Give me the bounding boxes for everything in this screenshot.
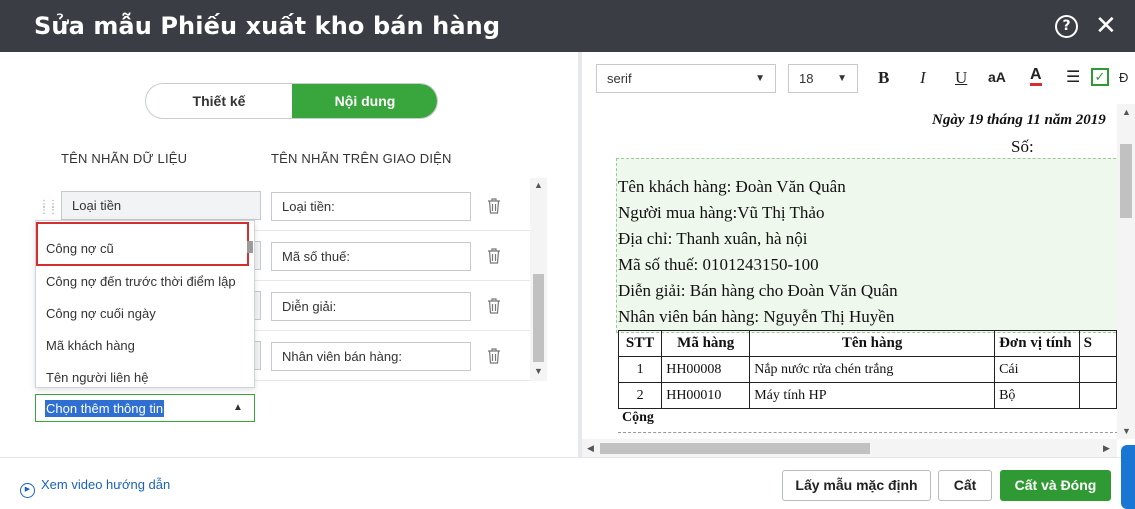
table-header: Tên hàng xyxy=(749,330,996,357)
items-table: STT Mã hàng Tên hàng Đơn vị tính S 1 HH0… xyxy=(617,330,1117,409)
trash-icon[interactable] xyxy=(486,247,502,265)
table-cell: HH00010 xyxy=(661,382,751,409)
help-icon[interactable]: ? xyxy=(1055,15,1078,38)
table-header: Mã hàng xyxy=(661,330,751,357)
scrollbar-thumb[interactable] xyxy=(533,274,544,362)
ui-label-field[interactable]: Mã số thuế: xyxy=(271,242,471,271)
dropdown-scrollbar-thumb[interactable] xyxy=(247,241,253,253)
font-size-select[interactable]: 18 ▼ xyxy=(788,64,858,93)
dropdown-option[interactable]: Công nợ cuối ngày xyxy=(36,298,254,330)
default-template-button[interactable]: Lấy mẫu mặc định xyxy=(782,470,931,501)
font-color-icon[interactable]: A xyxy=(1030,67,1042,86)
scroll-down-icon[interactable]: ▼ xyxy=(533,366,544,376)
document-preview: Ngày 19 tháng 11 năm 2019 Số: Tên khách … xyxy=(588,104,1117,439)
dropdown-option[interactable]: Mã khách hàng xyxy=(36,330,254,362)
chevron-down-icon: ▼ xyxy=(755,73,765,84)
format-toolbar: serif ▼ 18 ▼ xyxy=(582,52,1135,104)
document-date: Ngày 19 tháng 11 năm 2019 xyxy=(932,112,1106,128)
table-cell: Cái xyxy=(994,356,1080,383)
toolbar-truncated-label: Đ xyxy=(1119,70,1129,85)
info-line: Địa chỉ: Thanh xuân, hà nội xyxy=(618,229,808,248)
scroll-up-icon[interactable]: ▲ xyxy=(1122,107,1131,117)
font-family-value: serif xyxy=(607,71,632,86)
table-cell xyxy=(1078,382,1117,409)
table-header: S xyxy=(1078,330,1117,357)
divider xyxy=(618,432,1117,433)
bold-icon[interactable]: B xyxy=(878,68,889,88)
scroll-left-icon[interactable]: ◀ xyxy=(587,443,594,454)
dialog-title: Sửa mẫu Phiếu xuất kho bán hàng xyxy=(34,12,501,40)
table-row: 1 HH00008 Nắp nước rửa chén trắng Cái xyxy=(617,356,1117,383)
table-cell xyxy=(1078,356,1117,383)
info-line: Diễn giải: Bán hàng cho Đoàn Văn Quân xyxy=(618,281,898,300)
font-size-value: 18 xyxy=(799,71,814,86)
close-icon[interactable]: ✕ xyxy=(1095,11,1117,41)
ui-label-field[interactable]: Loại tiền: xyxy=(271,192,471,221)
mode-toggle: Thiết kế Nội dung xyxy=(145,83,438,119)
scroll-down-icon[interactable]: ▼ xyxy=(1122,426,1131,436)
tab-design[interactable]: Thiết kế xyxy=(146,84,292,118)
chevron-down-icon: ▼ xyxy=(837,73,847,84)
field-list-scrollbar[interactable]: ▲ ▼ xyxy=(530,178,547,381)
table-header: Đơn vị tính xyxy=(994,330,1080,357)
dialog-titlebar: Sửa mẫu Phiếu xuất kho bán hàng ? ✕ xyxy=(0,0,1135,52)
tab-content[interactable]: Nội dung xyxy=(292,84,437,118)
highlight-box xyxy=(36,222,249,266)
add-info-select[interactable]: Chọn thêm thông tin ▲ xyxy=(35,394,255,422)
scroll-right-icon[interactable]: ▶ xyxy=(1103,443,1110,454)
info-line: Nhân viên bán hàng: Nguyễn Thị Huyền xyxy=(618,307,895,326)
scrollbar-thumb[interactable] xyxy=(1120,144,1132,218)
preview-vertical-scrollbar[interactable]: ▲ ▼ xyxy=(1117,104,1135,439)
info-line: Tên khách hàng: Đoàn Văn Quân xyxy=(618,177,846,196)
side-tab[interactable] xyxy=(1121,445,1135,509)
table-cell: Máy tính HP xyxy=(749,382,996,409)
table-header-row: STT Mã hàng Tên hàng Đơn vị tính S xyxy=(617,330,1117,357)
preview-horizontal-scrollbar[interactable]: ◀ ▶ xyxy=(582,439,1117,457)
caret-up-icon: ▲ xyxy=(233,402,243,413)
align-icon[interactable]: ☰ xyxy=(1066,67,1080,87)
ui-label-field[interactable]: Diễn giải: xyxy=(271,292,471,321)
save-and-close-button[interactable]: Cất và Đóng xyxy=(1000,470,1111,501)
dropdown-option[interactable]: Tên người liên hệ xyxy=(36,362,254,387)
dropdown-option[interactable]: Công nợ đến trước thời điểm lập xyxy=(36,266,254,298)
video-guide-link[interactable]: ▶ Xem video hướng dẫn xyxy=(20,477,170,498)
data-label-field[interactable]: Loại tiền xyxy=(61,191,261,220)
drag-handle-icon[interactable]: ⋮⋮ ⋮⋮ xyxy=(39,200,58,216)
video-guide-label: Xem video hướng dẫn xyxy=(41,477,171,492)
column-header-ui-label: TÊN NHÃN TRÊN GIAO DIỆN xyxy=(271,151,452,166)
underline-icon[interactable]: U xyxy=(955,68,967,88)
column-header-data-label: TÊN NHÃN DỮ LIỆU xyxy=(61,151,188,166)
font-family-select[interactable]: serif ▼ xyxy=(596,64,776,93)
scrollbar-thumb[interactable] xyxy=(600,443,870,454)
field-options-dropdown: Công nợ cũ Công nợ đến trước thời điểm l… xyxy=(35,220,255,388)
save-button[interactable]: Cất xyxy=(938,470,992,501)
info-block[interactable]: Tên khách hàng: Đoàn Văn Quân Người mua … xyxy=(616,158,1117,333)
trash-icon[interactable] xyxy=(486,197,502,215)
info-line: Người mua hàng:Vũ Thị Thảo xyxy=(618,203,825,222)
trash-icon[interactable] xyxy=(486,347,502,365)
add-info-select-value: Chọn thêm thông tin xyxy=(45,400,165,417)
table-header: STT xyxy=(617,330,663,357)
text-case-icon[interactable]: aA xyxy=(988,69,1006,85)
table-cell: HH00008 xyxy=(661,356,751,383)
trash-icon[interactable] xyxy=(486,297,502,315)
table-cell: 2 xyxy=(617,382,663,409)
ui-label-field[interactable]: Nhân viên bán hàng: xyxy=(271,342,471,371)
play-icon: ▶ xyxy=(20,483,35,498)
table-row: 2 HH00010 Máy tính HP Bộ xyxy=(617,382,1117,409)
total-label: Cộng xyxy=(622,410,654,425)
document-number-label: Số: xyxy=(1011,137,1034,156)
italic-icon[interactable]: I xyxy=(920,68,926,88)
scroll-up-icon[interactable]: ▲ xyxy=(533,180,544,190)
table-cell: Nắp nước rửa chén trắng xyxy=(749,356,996,383)
table-cell: Bộ xyxy=(994,382,1080,409)
info-line: Mã số thuế: 0101243150-100 xyxy=(618,255,819,274)
checkbox-icon[interactable]: ✓ xyxy=(1091,68,1109,86)
table-cell: 1 xyxy=(617,356,663,383)
